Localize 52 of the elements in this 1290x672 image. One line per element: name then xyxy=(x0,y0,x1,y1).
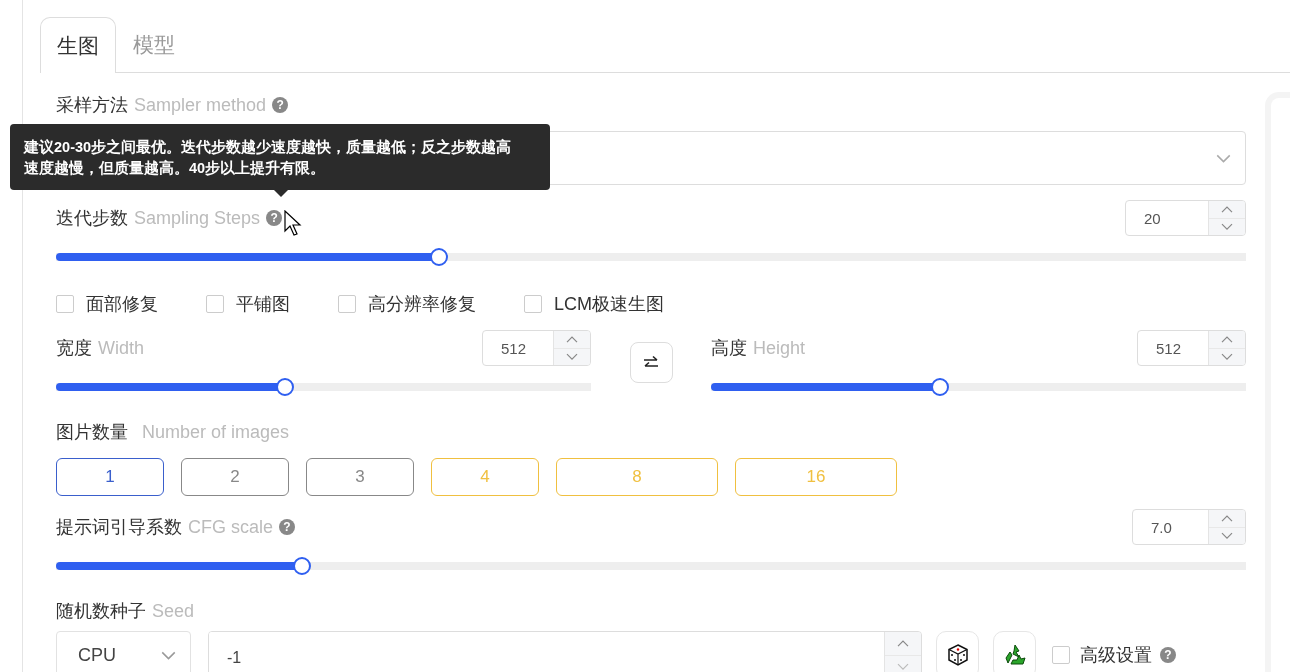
slider-handle[interactable] xyxy=(275,378,294,396)
help-icon[interactable]: ? xyxy=(1160,647,1176,663)
field-label: 宽度 xyxy=(56,337,92,360)
checkbox-option[interactable]: 平铺图 xyxy=(206,292,290,316)
chevron-down-icon xyxy=(1216,153,1231,163)
chevron-down-icon xyxy=(897,663,909,671)
slider-handle[interactable] xyxy=(293,557,312,575)
tooltip-pointer xyxy=(273,189,289,198)
chevron-up-icon xyxy=(1221,514,1233,522)
random-seed-button[interactable] xyxy=(936,631,979,672)
chevron-up-icon xyxy=(566,335,578,343)
image-count-button[interactable]: 3 xyxy=(306,458,414,496)
swap-button[interactable] xyxy=(629,342,673,383)
field-label-english: Sampler method xyxy=(134,94,267,116)
field-label: 迭代步数 xyxy=(56,207,128,230)
tooltip: 建议20-30步之间最优。迭代步数越少速度越快，质量越低；反之步数越高速度越慢，但质量越高。40步以上提升有限。 xyxy=(10,124,550,190)
help-icon[interactable]: ? xyxy=(272,97,289,113)
slider-handle[interactable] xyxy=(930,378,949,396)
field-label: 高度 xyxy=(711,337,747,360)
chevron-down-icon xyxy=(1221,223,1233,231)
field-label: 采样方法 xyxy=(56,94,128,117)
chevron-up-icon xyxy=(1221,335,1233,343)
field-label-english: Sampling Steps xyxy=(134,207,261,229)
tab[interactable]: 生图 xyxy=(40,17,116,73)
field-label-english: Width xyxy=(98,337,144,359)
chevron-up-icon xyxy=(1221,205,1233,213)
recycle-icon xyxy=(1002,643,1027,667)
field-label-english: Number of images xyxy=(142,421,290,443)
chevron-down-icon xyxy=(161,650,176,660)
help-icon[interactable]: ? xyxy=(279,519,296,535)
field-label: 图片数量 xyxy=(56,421,128,444)
image-count-button[interactable]: 2 xyxy=(181,458,289,496)
device-select[interactable]: CPU xyxy=(56,631,191,672)
chevron-down-icon xyxy=(566,353,578,361)
checkbox-option[interactable]: LCM极速生图 xyxy=(524,292,664,316)
chevron-down-icon xyxy=(1221,353,1233,361)
slider-handle[interactable] xyxy=(430,248,449,266)
chevron-up-icon xyxy=(897,639,909,647)
field-label: 随机数种子 xyxy=(56,600,146,623)
dice-icon xyxy=(946,644,969,666)
mouse-pointer-icon xyxy=(284,210,302,238)
checkbox-option[interactable]: 面部修复 xyxy=(56,292,158,316)
advanced-settings-checkbox[interactable]: 高级设置 xyxy=(1052,643,1152,667)
image-count-button[interactable]: 1 xyxy=(56,458,164,496)
checkbox-option[interactable]: 高分辨率修复 xyxy=(338,292,476,316)
help-icon[interactable]: ? xyxy=(266,210,283,226)
field-label-english: Height xyxy=(753,337,806,359)
chevron-down-icon xyxy=(1221,532,1233,540)
field-label-english: CFG scale xyxy=(188,516,274,538)
reuse-seed-button[interactable] xyxy=(993,631,1036,672)
field-label-english: Seed xyxy=(152,600,195,622)
field-label: 提示词引导系数 xyxy=(56,516,182,539)
